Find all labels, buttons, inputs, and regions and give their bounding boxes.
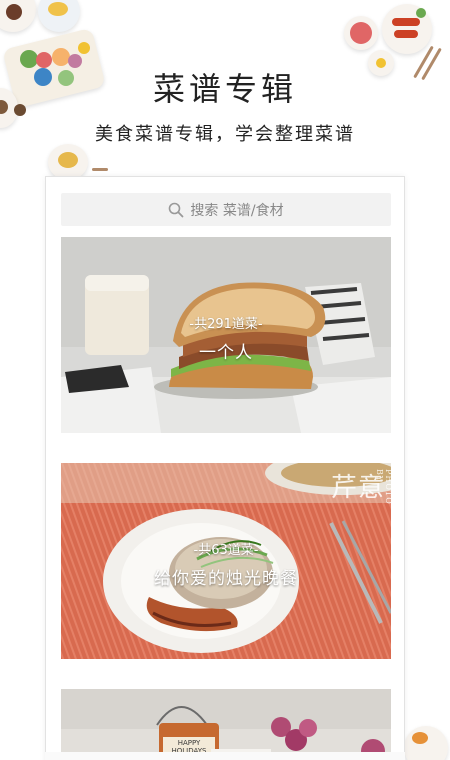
album-item-2[interactable]: 芹意 PHOTO BY -共63道菜- 给你爱的烛光晚餐 (61, 463, 391, 659)
page-title: 菜谱专辑 (152, 70, 297, 108)
album-title: 给你爱的烛光晚餐 (154, 569, 298, 589)
card-bottom-edge (45, 752, 405, 760)
album-list-card: 搜索 菜谱/食材 -共291道菜- 一个人 芹意 PHOTO BY -共63道菜… (45, 176, 405, 760)
page-subtitle: 美食菜谱专辑，学会整理菜谱 (95, 124, 355, 145)
album-item-3[interactable]: HAPPY HOLIDAYS (61, 689, 391, 760)
album-title: 一个人 (199, 343, 253, 363)
photo-watermark: 芹意 PHOTO BY (330, 469, 391, 505)
album-recipe-count: -共291道菜- (189, 317, 263, 332)
album-recipe-count: -共63道菜- (193, 543, 259, 558)
search-bar[interactable]: 搜索 菜谱/食材 (61, 193, 391, 226)
album-photo-holiday (61, 689, 391, 760)
album-item-1[interactable]: -共291道菜- 一个人 (61, 237, 391, 433)
decor-food-illustration-bottom-right (400, 720, 450, 760)
search-icon (169, 202, 184, 217)
search-placeholder: 搜索 菜谱/食材 (190, 202, 284, 219)
